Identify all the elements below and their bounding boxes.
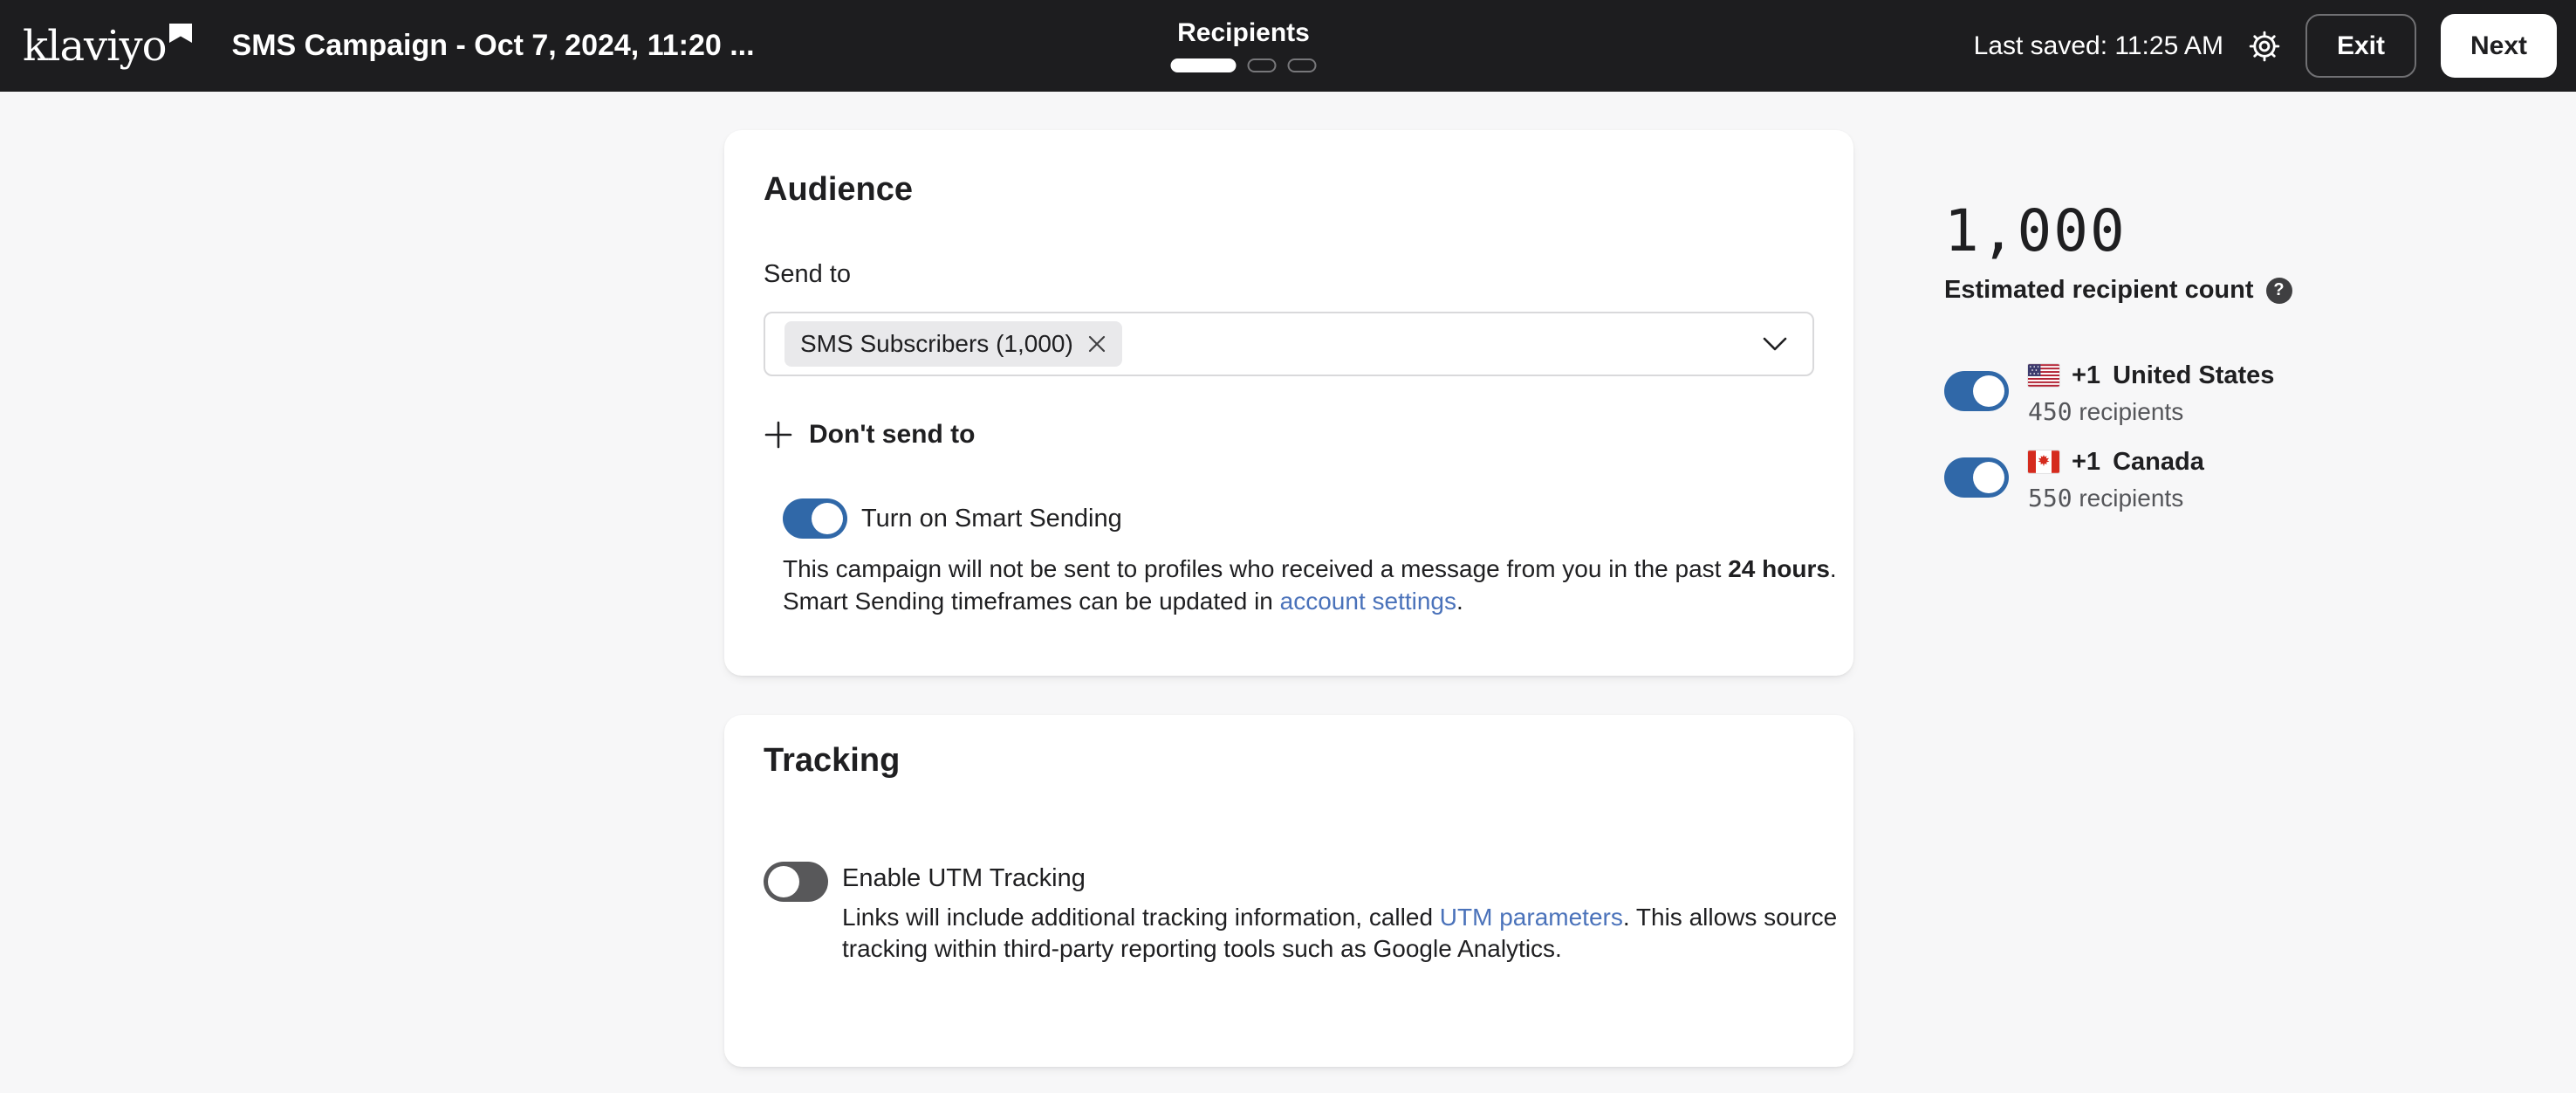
sms-campaign-editor: klaviyo SMS Campaign - Oct 7, 2024, 11:2… (0, 0, 2576, 1093)
utm-desc-line2: tracking within third-party reporting to… (842, 933, 1837, 965)
klaviyo-logo[interactable]: klaviyo (23, 20, 192, 72)
country-recipient-count: 450 (2028, 397, 2072, 426)
country-recipient-word: recipients (2079, 398, 2183, 425)
estimated-count-label: Estimated recipient count (1944, 276, 2254, 305)
campaign-title: SMS Campaign - Oct 7, 2024, 11:20 ... (232, 29, 755, 63)
settings-gear-icon[interactable] (2248, 30, 2281, 63)
country-recipient-count: 550 (2028, 484, 2072, 512)
next-button[interactable]: Next (2441, 14, 2557, 78)
audience-heading: Audience (764, 170, 1814, 209)
smart-desc-text2-end: . (1456, 588, 1463, 615)
campaign-setup-main: Audience Send to SMS Subscribers (1,000)… (0, 92, 2576, 1093)
smart-sending-toggle[interactable] (783, 498, 847, 539)
klaviyo-wordmark: klaviyo (23, 20, 167, 72)
country-row-united-states: +1 United States 450 recipients (1944, 361, 2503, 426)
send-to-select[interactable]: SMS Subscribers (1,000) (764, 312, 1814, 376)
tracking-heading: Tracking (764, 741, 1814, 780)
country-prefix: +1 (2072, 447, 2100, 477)
us-flag-icon (2028, 364, 2059, 387)
top-bar-actions: Last saved: 11:25 AM Exit Next (1974, 0, 2557, 92)
tracking-card: Tracking Enable UTM Tracking Links will … (724, 715, 1853, 1067)
estimated-count: 1,000 (1944, 203, 2503, 260)
audience-card: Audience Send to SMS Subscribers (1,000)… (724, 130, 1853, 676)
toggle-knob (812, 503, 843, 534)
dont-send-to-label: Don't send to (809, 420, 975, 450)
step-pill-3[interactable] (1288, 58, 1317, 72)
smart-sending-label: Turn on Smart Sending (861, 504, 1122, 533)
recipient-estimate-panel: 1,000 Estimated recipient count ? (1944, 203, 2503, 512)
utm-desc-text: Links will include additional tracking i… (842, 904, 1440, 931)
wizard-steps: Recipients (1171, 0, 1317, 92)
canada-toggle[interactable] (1944, 457, 2009, 498)
utm-parameters-link[interactable]: UTM parameters (1440, 904, 1623, 931)
klaviyo-flag-icon (169, 24, 192, 45)
utm-tracking-toggle[interactable] (764, 862, 828, 902)
audience-chip-label: SMS Subscribers (1,000) (800, 330, 1073, 358)
send-to-label: Send to (764, 259, 1814, 289)
utm-desc-text-end: . This allows source (1623, 904, 1837, 931)
canada-flag-icon (2028, 450, 2059, 473)
country-row-canada: +1 Canada 550 recipients (1944, 447, 2503, 512)
smart-desc-text2: Smart Sending timeframes can be updated … (783, 588, 1280, 615)
chevron-down-icon (1762, 336, 1788, 352)
plus-icon (764, 420, 793, 450)
step-pill-2[interactable] (1248, 58, 1277, 72)
toggle-knob (1973, 462, 2004, 493)
utm-tracking-label: Enable UTM Tracking (842, 863, 1837, 893)
utm-tracking-description: Links will include additional tracking i… (842, 902, 1837, 965)
smart-desc-bold: 24 hours (1728, 555, 1830, 582)
step-label: Recipients (1177, 19, 1310, 47)
dont-send-to-button[interactable]: Don't send to (764, 420, 975, 450)
audience-chip: SMS Subscribers (1,000) (784, 321, 1122, 367)
country-prefix: +1 (2072, 361, 2100, 390)
account-settings-link[interactable]: account settings (1280, 588, 1456, 615)
smart-sending-description: This campaign will not be sent to profil… (783, 553, 1814, 617)
smart-desc-text-end: . (1830, 555, 1837, 582)
last-saved-text: Last saved: 11:25 AM (1974, 31, 2223, 61)
toggle-knob (768, 866, 799, 897)
country-name: Canada (2113, 447, 2204, 477)
step-progress (1171, 58, 1317, 72)
chip-remove-icon[interactable] (1087, 334, 1106, 354)
step-pill-current[interactable] (1171, 58, 1237, 72)
help-icon[interactable]: ? (2266, 278, 2292, 304)
exit-button[interactable]: Exit (2305, 14, 2416, 78)
united-states-toggle[interactable] (1944, 371, 2009, 411)
smart-sending-section: Turn on Smart Sending This campaign will… (783, 498, 1814, 617)
smart-desc-text: This campaign will not be sent to profil… (783, 555, 1728, 582)
top-bar: klaviyo SMS Campaign - Oct 7, 2024, 11:2… (0, 0, 2576, 92)
utm-tracking-section: Enable UTM Tracking Links will include a… (764, 862, 1814, 965)
toggle-knob (1973, 375, 2004, 407)
country-name: United States (2113, 361, 2274, 390)
country-recipient-word: recipients (2079, 485, 2183, 512)
